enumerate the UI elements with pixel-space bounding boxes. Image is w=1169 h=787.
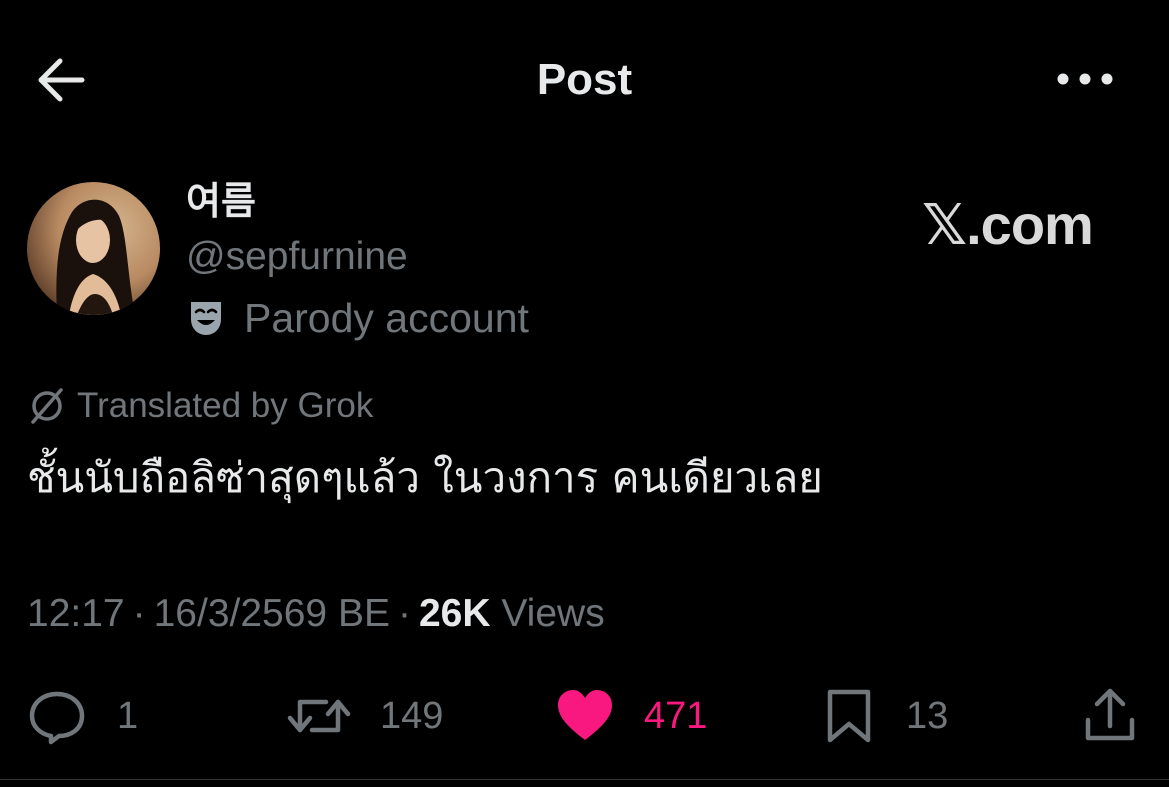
- avatar-image: [27, 182, 160, 315]
- heart-icon: [558, 690, 612, 740]
- share-icon: [1085, 688, 1135, 741]
- parody-account-label: Parody account: [188, 292, 529, 344]
- reply-count: 1: [117, 695, 139, 737]
- translated-label: Translated by Grok: [77, 386, 374, 425]
- views-count[interactable]: 26K: [419, 592, 491, 635]
- like-count: 471: [644, 695, 708, 737]
- repost-icon: [287, 699, 351, 733]
- post-date[interactable]: 16/3/2569 BE: [154, 592, 390, 635]
- more-horizontal-icon: [1057, 73, 1113, 85]
- x-watermark: 𝕏.com: [922, 193, 1094, 256]
- translated-by-grok[interactable]: Translated by Grok: [27, 384, 373, 428]
- divider: [0, 779, 1169, 780]
- parody-label-text: Parody account: [244, 295, 529, 341]
- theater-mask-icon: [191, 302, 221, 335]
- like-button[interactable]: 471: [556, 686, 707, 746]
- repost-button[interactable]: 149: [286, 686, 443, 746]
- post-time[interactable]: 12:17: [27, 592, 125, 635]
- repost-count: 149: [380, 695, 444, 737]
- avatar[interactable]: [27, 182, 160, 315]
- bookmark-icon: [827, 689, 871, 743]
- share-button[interactable]: [1080, 686, 1140, 746]
- post-meta: 12:17 · 16/3/2569 BE · 26K Views: [27, 588, 605, 640]
- bookmark-button[interactable]: 13: [824, 686, 948, 746]
- more-options-button[interactable]: [1050, 62, 1120, 96]
- bookmark-count: 13: [906, 695, 949, 737]
- meta-separator: ·: [397, 592, 411, 635]
- grok-icon: [31, 388, 63, 424]
- post-text: ชั้นนับถือลิซ่าสุดๆแล้ว ในวงการ คนเดียวเ…: [27, 453, 823, 502]
- meta-separator: ·: [132, 592, 146, 635]
- author-display-name[interactable]: 여름: [186, 176, 256, 228]
- reply-button[interactable]: 1: [27, 686, 138, 746]
- author-handle[interactable]: @sepfurnine: [186, 232, 408, 282]
- views-label[interactable]: Views: [501, 592, 604, 635]
- reply-icon: [29, 691, 85, 745]
- page-title: Post: [536, 55, 633, 104]
